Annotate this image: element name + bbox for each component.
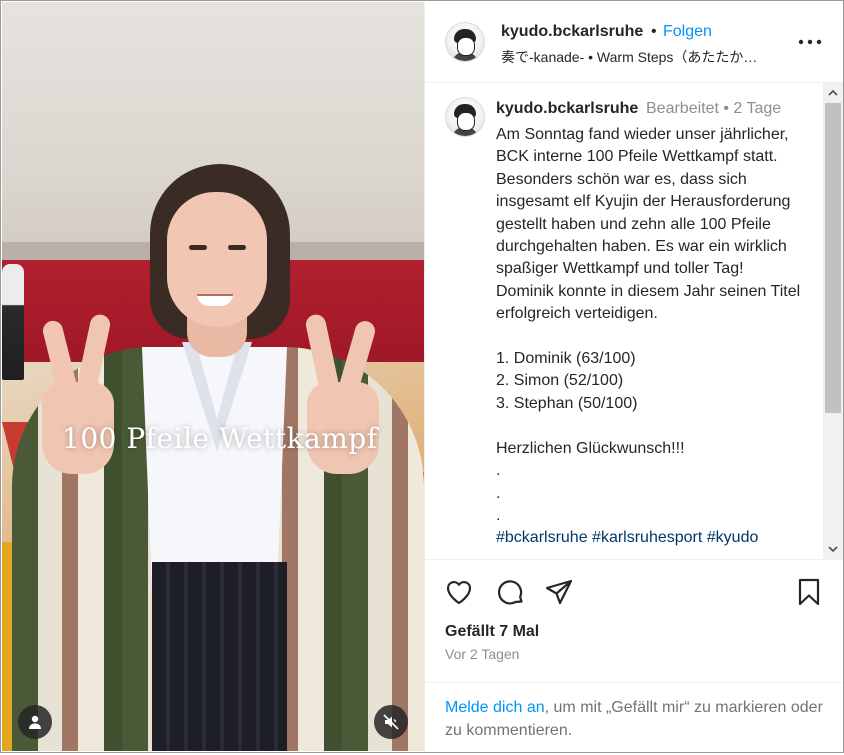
header-separator: • bbox=[651, 23, 657, 40]
post-actions bbox=[425, 572, 843, 612]
post-timestamp[interactable]: Vor 2 Tagen bbox=[445, 646, 519, 662]
caption-username[interactable]: kyudo.bckarlsruhe bbox=[496, 100, 638, 118]
mute-button[interactable] bbox=[374, 705, 408, 739]
follow-button[interactable]: Folgen bbox=[663, 23, 712, 41]
like-count[interactable]: Gefällt 7 Mal bbox=[445, 623, 539, 641]
scroll-up-arrow-icon[interactable] bbox=[827, 87, 839, 99]
login-prompt: Melde dich an, um mit „Gefällt mir“ zu m… bbox=[425, 682, 843, 752]
post-header: kyudo.bckarlsruhe • Folgen 奏で-kanade- • … bbox=[425, 2, 843, 83]
header-username[interactable]: kyudo.bckarlsruhe bbox=[501, 23, 643, 41]
user-silhouette-icon bbox=[29, 715, 41, 729]
caption-hashtags[interactable]: #bckarlsruhe #karlsruhesport #kyudo bbox=[496, 529, 758, 546]
caption-meta: Bearbeitet • 2 Tage bbox=[646, 100, 782, 117]
like-heart-icon[interactable] bbox=[443, 576, 475, 608]
save-bookmark-icon[interactable] bbox=[793, 576, 825, 608]
caption-body: Am Sonntag fand wieder unser jährlicher,… bbox=[496, 126, 801, 524]
comments-scrollbar[interactable] bbox=[823, 83, 843, 559]
scrollbar-thumb[interactable] bbox=[825, 103, 841, 413]
more-options-icon[interactable] bbox=[797, 32, 823, 52]
person-eye-left bbox=[189, 245, 207, 250]
instagram-post-window: 100 Pfeile Wettkampf kyudo.bckarlsruhe •… bbox=[0, 0, 844, 753]
caption-avatar[interactable] bbox=[445, 97, 485, 137]
person-face bbox=[167, 192, 267, 327]
login-prompt-text: Melde dich an, um mit „Gefällt mir“ zu m… bbox=[445, 696, 835, 742]
person-eye-right bbox=[228, 245, 246, 250]
profile-avatar[interactable] bbox=[445, 22, 485, 62]
background-person bbox=[2, 264, 24, 380]
share-paper-plane-icon[interactable] bbox=[543, 576, 575, 608]
person-hakama bbox=[152, 562, 287, 751]
post-sidebar: kyudo.bckarlsruhe • Folgen 奏で-kanade- • … bbox=[424, 2, 843, 752]
video-overlay-caption: 100 Pfeile Wettkampf bbox=[62, 422, 378, 455]
scroll-down-arrow-icon[interactable] bbox=[827, 543, 839, 555]
post-video[interactable]: 100 Pfeile Wettkampf bbox=[2, 2, 424, 751]
sound-off-icon bbox=[383, 714, 399, 730]
login-link[interactable]: Melde dich an bbox=[445, 699, 545, 716]
caption-text: Am Sonntag fand wieder unser jährlicher,… bbox=[496, 124, 814, 550]
comment-bubble-icon[interactable] bbox=[494, 576, 526, 608]
comments-area[interactable]: kyudo.bckarlsruhe Bearbeitet • 2 Tage Am… bbox=[425, 83, 843, 560]
tagged-people-button[interactable] bbox=[18, 705, 52, 739]
audio-track-link[interactable]: 奏で-kanade- • Warm Steps（あたたか… bbox=[501, 47, 781, 67]
